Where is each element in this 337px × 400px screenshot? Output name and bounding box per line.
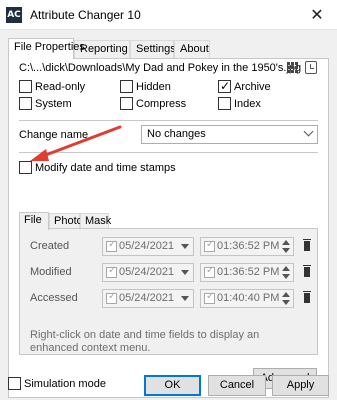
trash-icon[interactable] [303, 291, 311, 303]
subtab-file[interactable]: File [19, 212, 49, 230]
chevron-down-icon [303, 126, 314, 137]
separator [19, 152, 318, 153]
modified-time-value: 01:36:52 PM [217, 266, 280, 278]
cancel-button[interactable]: Cancel [208, 375, 266, 396]
compress-checkbox[interactable] [120, 97, 133, 110]
modified-time-picker[interactable]: 01:36:52 PM [200, 263, 294, 282]
modified-label: Modified [30, 266, 72, 278]
modified-date-checkbox[interactable] [106, 265, 117, 278]
title-bar: AC Attribute Changer 10 ✕ [0, 0, 337, 30]
read-only-checkbox[interactable] [19, 80, 32, 93]
clock-icon[interactable] [305, 61, 317, 74]
spinner-icon[interactable] [282, 240, 290, 254]
accessed-date-picker[interactable]: 05/24/2021 [102, 289, 194, 308]
modified-time-checkbox[interactable] [204, 265, 215, 278]
hidden-label: Hidden [136, 81, 171, 93]
caret-down-icon [181, 270, 189, 275]
index-label: Index [234, 98, 261, 110]
context-menu-hint: Right-click on date and time fields to d… [30, 329, 260, 354]
accessed-date-checkbox[interactable] [106, 291, 117, 304]
file-path: C:\...\dick\Downloads\My Dad and Pokey i… [19, 62, 302, 74]
tab-about[interactable]: About [174, 40, 210, 58]
spinner-icon[interactable] [282, 266, 290, 280]
subtab-mask[interactable]: Mask [80, 213, 111, 229]
trash-icon[interactable] [303, 265, 311, 277]
grid-icon[interactable] [287, 62, 299, 74]
compress-label: Compress [136, 98, 187, 110]
close-icon[interactable]: ✕ [297, 0, 337, 30]
dialog-body: File Properties Reporting Settings About… [0, 30, 337, 400]
read-only-label: Read-only [35, 81, 86, 93]
simulation-mode-checkbox[interactable] [8, 377, 21, 390]
created-time-picker[interactable]: 01:36:52 PM [200, 237, 294, 256]
modified-date-value: 05/24/2021 [119, 266, 175, 278]
modify-dates-label: Modify date and time stamps [35, 162, 176, 174]
created-time-value: 01:36:52 PM [217, 240, 280, 252]
archive-label: Archive [234, 81, 271, 93]
hidden-checkbox[interactable] [120, 80, 133, 93]
system-label: System [35, 98, 72, 110]
ok-button[interactable]: OK [144, 375, 201, 396]
accessed-time-picker[interactable]: 01:40:40 PM [200, 289, 294, 308]
file-properties-panel: C:\...\dick\Downloads\My Dad and Pokey i… [8, 58, 329, 398]
separator [19, 120, 318, 121]
accessed-date-value: 05/24/2021 [119, 292, 175, 304]
accessed-label: Accessed [30, 292, 78, 304]
index-checkbox[interactable] [218, 97, 231, 110]
created-date-value: 05/24/2021 [119, 240, 175, 252]
archive-checkbox[interactable] [218, 79, 231, 93]
created-date-picker[interactable]: 05/24/2021 [102, 237, 194, 256]
created-date-checkbox[interactable] [106, 239, 117, 252]
simulation-mode-label: Simulation mode [24, 378, 106, 390]
tab-settings[interactable]: Settings [130, 40, 176, 58]
caret-down-icon [181, 244, 189, 249]
change-name-label: Change name [19, 129, 89, 141]
accessed-time-checkbox[interactable] [204, 291, 215, 304]
app-icon: AC [6, 7, 22, 23]
change-name-dropdown[interactable]: No changes [141, 125, 318, 144]
created-time-checkbox[interactable] [204, 239, 215, 252]
tab-file-properties[interactable]: File Properties [8, 38, 85, 59]
modify-dates-checkbox[interactable] [19, 161, 32, 174]
apply-button[interactable]: Apply [272, 375, 329, 396]
accessed-time-value: 01:40:40 PM [217, 292, 280, 304]
date-panel: Created 05/24/2021 01:36:52 PM Modified … [19, 228, 318, 355]
caret-down-icon [181, 296, 189, 301]
modified-date-picker[interactable]: 05/24/2021 [102, 263, 194, 282]
window-title: Attribute Changer 10 [30, 8, 141, 22]
subtab-photo[interactable]: Photo [49, 213, 83, 229]
system-checkbox[interactable] [19, 97, 32, 110]
spinner-icon[interactable] [282, 292, 290, 306]
created-label: Created [30, 240, 70, 252]
trash-icon[interactable] [303, 239, 311, 251]
change-name-value: No changes [147, 128, 206, 140]
